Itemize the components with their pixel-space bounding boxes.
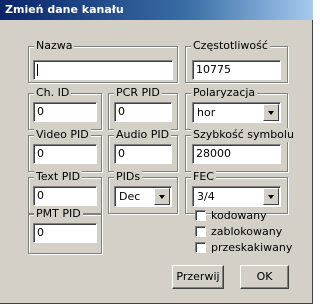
fec-label: FEC xyxy=(191,170,216,184)
pids-label: PIDs xyxy=(114,170,143,184)
szybkosc-label: Szybkość symbolu xyxy=(191,128,296,142)
audio-pid-label: Audio PID xyxy=(114,128,172,142)
text-pid-label: Text PID xyxy=(34,170,83,184)
polaryzacja-label: Polaryzacja xyxy=(191,86,258,100)
pmt-pid-label: PMT PID xyxy=(34,207,83,221)
chevron-down-icon[interactable] xyxy=(263,188,279,205)
audio-pid-input[interactable]: 0 xyxy=(114,144,172,164)
kodowany-label: kodowany xyxy=(211,208,267,222)
ok-button[interactable]: OK xyxy=(240,265,289,289)
przeskakiwany-label: przeskakiwany xyxy=(211,240,293,254)
czestotliwosc-input[interactable]: 10775 xyxy=(192,60,281,80)
zablokowany-label: zablokowany xyxy=(211,224,283,238)
text-pid-input[interactable]: 0 xyxy=(33,186,97,206)
checkbox-box[interactable] xyxy=(195,225,206,237)
chevron-down-icon[interactable] xyxy=(154,188,170,205)
polaryzacja-select[interactable]: hor xyxy=(192,102,281,123)
nazwa-input[interactable] xyxy=(33,60,173,80)
przeskakiwany-checkbox[interactable]: przeskakiwany xyxy=(195,240,292,254)
czestotliwosc-label: Częstotliwość xyxy=(191,39,270,53)
pcr-pid-label: PCR PID xyxy=(114,86,162,100)
checkbox-box[interactable] xyxy=(195,241,206,253)
nazwa-label: Nazwa xyxy=(34,39,75,53)
dialog-title: Zmień dane kanału xyxy=(0,0,313,20)
video-pid-input[interactable]: 0 xyxy=(33,144,97,164)
chevron-down-icon[interactable] xyxy=(263,104,279,121)
zablokowany-checkbox[interactable]: zablokowany xyxy=(195,224,282,238)
cancel-button[interactable]: Przerwij xyxy=(172,265,224,289)
text-caret xyxy=(37,64,38,76)
ch-id-label: Ch. ID xyxy=(34,86,72,100)
fec-select[interactable]: 3/4 xyxy=(192,186,281,207)
pids-select[interactable]: Dec xyxy=(114,186,172,207)
ch-id-input[interactable]: 0 xyxy=(33,102,97,122)
kodowany-checkbox[interactable]: kodowany xyxy=(195,208,267,222)
checkbox-box[interactable] xyxy=(195,209,206,221)
szybkosc-input[interactable]: 28000 xyxy=(192,144,281,164)
video-pid-label: Video PID xyxy=(34,128,91,142)
dialog-window: Zmień dane kanału Nazwa Częstotliwość 10… xyxy=(0,0,313,304)
pmt-pid-input[interactable]: 0 xyxy=(33,223,97,243)
pcr-pid-input[interactable]: 0 xyxy=(114,102,172,122)
